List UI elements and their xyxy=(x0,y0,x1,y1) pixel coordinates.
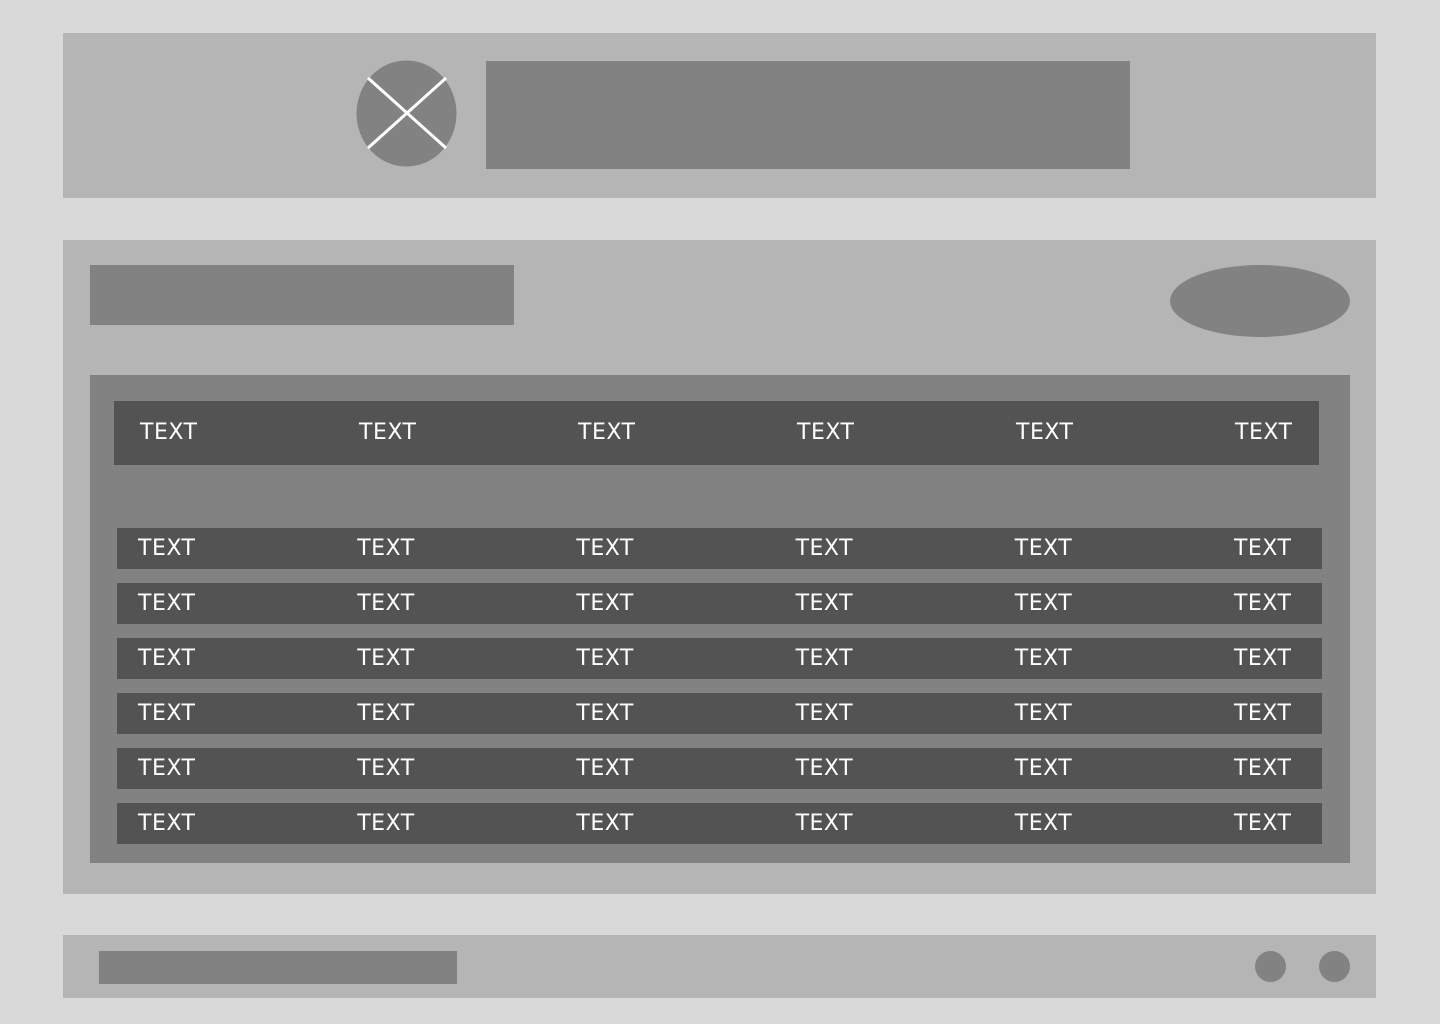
action-button[interactable] xyxy=(1170,265,1350,337)
table-cell: TEXT xyxy=(1233,535,1292,561)
table-cell: TEXT xyxy=(1014,700,1073,726)
table-cell: TEXT xyxy=(138,645,196,671)
table-cell: TEXT xyxy=(138,700,196,726)
table-cell: TEXT xyxy=(576,645,634,671)
table-cell: TEXT xyxy=(795,755,854,781)
table-cell: TEXT xyxy=(795,645,854,671)
table-header-cell[interactable]: TEXT xyxy=(1016,422,1076,444)
table-cell: TEXT xyxy=(357,755,415,781)
table-cell: TEXT xyxy=(1233,645,1292,671)
table-header-cell[interactable]: TEXT xyxy=(140,422,200,444)
table-cell: TEXT xyxy=(357,810,415,836)
table-cell: TEXT xyxy=(795,810,854,836)
table-cell: TEXT xyxy=(576,810,634,836)
footer-text-placeholder xyxy=(99,951,457,984)
table-cell: TEXT xyxy=(1014,810,1073,836)
table-cell: TEXT xyxy=(1233,700,1292,726)
table-cell: TEXT xyxy=(357,700,415,726)
table-cell: TEXT xyxy=(357,535,415,561)
table-row[interactable]: TEXT TEXT TEXT TEXT TEXT TEXT xyxy=(117,583,1322,624)
table-cell: TEXT xyxy=(576,590,634,616)
table-cell: TEXT xyxy=(576,755,634,781)
table-cell: TEXT xyxy=(1233,590,1292,616)
table-cell: TEXT xyxy=(795,535,854,561)
table-cell: TEXT xyxy=(795,590,854,616)
table-header-cell[interactable]: TEXT xyxy=(1235,422,1295,444)
table-header-cell[interactable]: TEXT xyxy=(359,422,419,444)
table-cell: TEXT xyxy=(138,810,196,836)
table-row[interactable]: TEXT TEXT TEXT TEXT TEXT TEXT xyxy=(117,638,1322,679)
table-cell: TEXT xyxy=(138,755,196,781)
table-row[interactable]: TEXT TEXT TEXT TEXT TEXT TEXT xyxy=(117,748,1322,789)
table-cell: TEXT xyxy=(576,700,634,726)
table-cell: TEXT xyxy=(138,535,196,561)
table-cell: TEXT xyxy=(1014,535,1073,561)
table-cell: TEXT xyxy=(1233,755,1292,781)
table-cell: TEXT xyxy=(357,590,415,616)
table-row[interactable]: TEXT TEXT TEXT TEXT TEXT TEXT xyxy=(117,803,1322,844)
footer-dot-button[interactable] xyxy=(1319,951,1350,982)
table-cell: TEXT xyxy=(1233,810,1292,836)
table-cell: TEXT xyxy=(1014,755,1073,781)
footer-dot-button[interactable] xyxy=(1255,951,1286,982)
header-title-placeholder xyxy=(486,61,1130,169)
image-placeholder-icon[interactable] xyxy=(356,60,457,167)
section-title-placeholder xyxy=(90,265,514,325)
table-cell: TEXT xyxy=(1014,645,1073,671)
table-row[interactable]: TEXT TEXT TEXT TEXT TEXT TEXT xyxy=(117,528,1322,569)
table-cell: TEXT xyxy=(576,535,634,561)
table-cell: TEXT xyxy=(138,590,196,616)
table-row[interactable]: TEXT TEXT TEXT TEXT TEXT TEXT xyxy=(117,693,1322,734)
table-header-row: TEXT TEXT TEXT TEXT TEXT TEXT xyxy=(114,401,1319,465)
table-cell: TEXT xyxy=(1014,590,1073,616)
table-header-cell[interactable]: TEXT xyxy=(578,422,638,444)
table-cell: TEXT xyxy=(795,700,854,726)
table-header-cell[interactable]: TEXT xyxy=(797,422,857,444)
table-cell: TEXT xyxy=(357,645,415,671)
